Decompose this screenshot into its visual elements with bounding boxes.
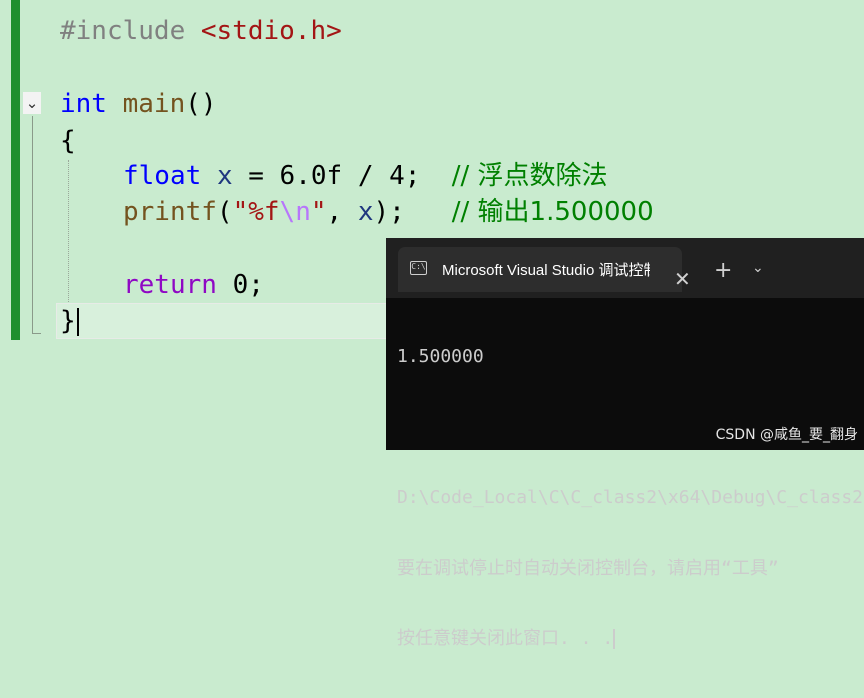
close-brace: }: [60, 306, 76, 336]
text-caret: [76, 307, 79, 336]
fold-toggle-icon[interactable]: ⌄: [23, 92, 41, 114]
code-line-3: int main(): [60, 86, 217, 122]
printf-function: printf: [123, 197, 217, 227]
printf-variable-x: x: [357, 197, 374, 227]
terminal-icon: C:\: [410, 261, 427, 275]
return-value: 0;: [216, 270, 264, 300]
chevron-down-icon[interactable]: ⌄: [752, 260, 764, 276]
code-editor[interactable]: #include <stdio.h> int main() { float x …: [60, 0, 654, 504]
main-function: main: [122, 89, 186, 119]
output-line-5: 按任意键关闭此窗口. . .: [397, 627, 864, 651]
watermark: CSDN @咸鱼_要_翻身: [715, 427, 858, 443]
output-line-1: 1.500000: [397, 346, 484, 367]
include-directive: #include: [60, 16, 186, 46]
code-line-4: {: [60, 123, 76, 159]
terminal-tab-bar: C:\ Microsoft Visual Studio 调试控制台 ✕ + ⌄: [386, 238, 864, 298]
printf-comma: ,: [326, 197, 358, 227]
return-keyword: return: [123, 270, 217, 300]
int-keyword: int: [60, 89, 107, 119]
code-line-5: float x = 6.0f / 4; // 浮点数除法: [123, 158, 608, 194]
printf-open-paren: (: [216, 197, 233, 227]
change-indicator-bar: [11, 0, 20, 340]
printf-string-end: ": [310, 197, 327, 227]
variable-x: x: [216, 161, 233, 191]
float-keyword: float: [123, 161, 202, 191]
printf-comment: // 输出1.500000: [451, 197, 654, 227]
float-expression: = 6.0f / 4;: [232, 161, 421, 191]
main-parens: (): [185, 89, 217, 119]
terminal-tab[interactable]: C:\ Microsoft Visual Studio 调试控制台 ✕: [398, 247, 691, 292]
float-comment: // 浮点数除法: [451, 161, 608, 191]
terminal-tab-title: Microsoft Visual Studio 调试控制台: [442, 262, 650, 279]
code-line-9: }: [60, 303, 79, 339]
fold-guide-line: [32, 116, 33, 334]
printf-format-string: "%f: [232, 197, 280, 227]
terminal-window[interactable]: C:\ Microsoft Visual Studio 调试控制台 ✕ + ⌄ …: [386, 238, 864, 649]
terminal-cursor: [613, 629, 615, 649]
include-file: <stdio.h>: [200, 16, 342, 46]
open-brace: {: [60, 126, 76, 156]
printf-close: );: [373, 197, 405, 227]
output-line-4: 要在调试停止时自动关闭控制台，请启用“工具”: [397, 557, 779, 579]
fold-guide-end: [32, 333, 41, 334]
output-line-3: D:\Code_Local\C\C_class2\x64\Debug\C_cla…: [397, 487, 864, 508]
output-line-5-text: 按任意键关闭此窗口. . .: [397, 628, 614, 649]
code-line-8: return 0;: [123, 267, 264, 303]
printf-escape: \n: [279, 197, 311, 227]
code-line-6: printf("%f\n", x); // 输出1.500000: [123, 194, 654, 230]
plus-icon[interactable]: +: [714, 258, 732, 283]
close-icon[interactable]: ✕: [674, 267, 691, 291]
code-line-1: #include <stdio.h>: [60, 13, 342, 49]
terminal-output[interactable]: 1.500000 D:\Code_Local\C\C_class2\x64\De…: [397, 298, 864, 698]
